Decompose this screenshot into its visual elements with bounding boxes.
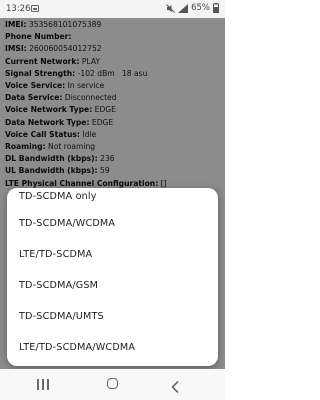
option-td-scdma-wcdma[interactable]: TD-SCDMA/WCDMA [7, 208, 218, 239]
option-td-scdma-umts[interactable]: TD-SCDMA/UMTS [7, 301, 218, 332]
image-icon [31, 5, 39, 12]
status-bar: 13:26 65% [0, 0, 225, 18]
option-lte-td-scdma-wcdma[interactable]: LTE/TD-SCDMA/WCDMA [7, 332, 218, 363]
mute-icon [166, 3, 175, 13]
signal-icon [178, 3, 189, 13]
recents-icon[interactable] [37, 379, 49, 390]
back-icon[interactable] [171, 378, 179, 397]
battery-icon [213, 3, 219, 13]
battery-percent: 65% [191, 3, 210, 13]
home-icon[interactable] [107, 378, 118, 389]
network-type-dialog: TD-SCDMA only TD-SCDMA/WCDMA LTE/TD-SCDM… [7, 188, 218, 366]
option-td-scdma-only[interactable]: TD-SCDMA only [7, 188, 218, 208]
option-lte-td-scdma[interactable]: LTE/TD-SCDMA [7, 239, 218, 270]
status-time: 13:26 [6, 4, 31, 14]
status-icons: 65% [166, 3, 219, 13]
option-td-scdma-gsm[interactable]: TD-SCDMA/GSM [7, 270, 218, 301]
navigation-bar [0, 369, 225, 400]
